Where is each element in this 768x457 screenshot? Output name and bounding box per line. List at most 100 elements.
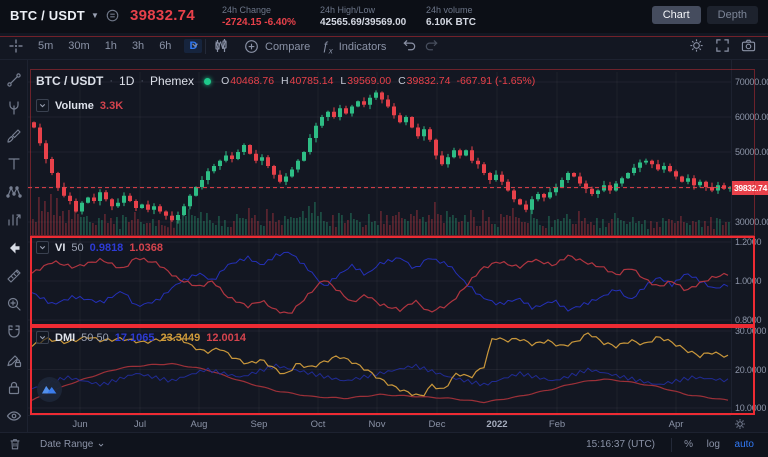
symbol-name: BTC / USDT bbox=[10, 8, 85, 23]
vi-red-value: 1.0368 bbox=[129, 241, 163, 254]
redo-icon[interactable] bbox=[424, 38, 439, 53]
collapse-vi-icon[interactable] bbox=[36, 241, 49, 254]
eye-icon[interactable] bbox=[4, 406, 24, 426]
forecast-icon[interactable] bbox=[4, 210, 24, 230]
axis-label: 70000.00 bbox=[735, 77, 768, 87]
interval-1h-button[interactable]: 1h bbox=[103, 39, 119, 53]
dmi-title[interactable]: DMI bbox=[55, 332, 75, 344]
dmi-blue-value: 17.1065 bbox=[114, 331, 155, 344]
time-label-nov: Nov bbox=[368, 419, 386, 430]
time-label-2022: 2022 bbox=[486, 419, 508, 430]
pane-symbol[interactable]: BTC / USDT bbox=[36, 74, 103, 88]
time-label-aug: Aug bbox=[190, 419, 208, 430]
interval-30m-button[interactable]: 30m bbox=[66, 39, 91, 53]
draw-lock-icon[interactable] bbox=[4, 350, 24, 370]
compare-button[interactable]: Compare bbox=[244, 39, 310, 54]
pane-exchange: Phemex bbox=[150, 74, 195, 88]
last-price: 39832.74 bbox=[130, 7, 195, 24]
last-price-badge: 39832.74 bbox=[732, 181, 768, 195]
collapse-dmi-icon[interactable] bbox=[36, 331, 49, 344]
bottom-bar: Date Range 15:16:37 (UTC) % log auto bbox=[0, 432, 768, 457]
time-label-feb: Feb bbox=[548, 419, 566, 430]
time-label-oct: Oct bbox=[310, 419, 326, 430]
chart-view-button[interactable]: Chart bbox=[651, 6, 701, 24]
undo-icon[interactable] bbox=[402, 38, 417, 53]
interval-6h-button[interactable]: 6h bbox=[157, 39, 173, 53]
annotation-line-top bbox=[0, 36, 768, 37]
interval-3h-button[interactable]: 3h bbox=[130, 39, 146, 53]
stat-24h-volume: 24h volume 6.10K BTC bbox=[426, 5, 477, 28]
auto-scale-button[interactable]: auto bbox=[735, 439, 754, 450]
axis-label: 10.0000 bbox=[735, 403, 767, 413]
time-label-apr: Apr bbox=[668, 419, 684, 430]
time-label-dec: Dec bbox=[428, 419, 446, 430]
change-value: -667.91 (-1.65%) bbox=[456, 75, 536, 87]
vi-param: 50 bbox=[71, 241, 84, 254]
vi-title[interactable]: VI bbox=[55, 242, 65, 254]
time-label-sep: Sep bbox=[250, 419, 268, 430]
axis-label: 60000.00 bbox=[735, 112, 768, 122]
main-pane-header: BTC / USDT · 1D · Phemex O 40468.76 H 40785… bbox=[36, 74, 536, 88]
stat-24h-change: 24h Change -2724.15 -6.40% bbox=[222, 5, 296, 28]
xabcd-pattern-icon[interactable] bbox=[4, 182, 24, 202]
text-tool-icon[interactable] bbox=[4, 154, 24, 174]
view-toggle: Chart Depth bbox=[651, 6, 758, 24]
clock[interactable]: 15:16:37 (UTC) bbox=[586, 439, 655, 450]
depth-view-button[interactable]: Depth bbox=[706, 6, 758, 24]
magnet-icon[interactable] bbox=[4, 322, 24, 342]
dmi-orange-value: 23.3449 bbox=[160, 331, 201, 344]
symbol-selector[interactable]: BTC / USDT ▼ bbox=[10, 8, 120, 23]
top-bar: BTC / USDT ▼ 39832.74 24h Change -2724.1… bbox=[0, 0, 768, 33]
fullscreen-icon[interactable] bbox=[715, 38, 730, 53]
toolbar-divider bbox=[205, 39, 206, 54]
time-label-jun: Jun bbox=[72, 419, 88, 430]
indicators-button[interactable]: ƒx Indicators bbox=[322, 39, 386, 55]
brush-icon[interactable] bbox=[4, 126, 24, 146]
axis-label: 30.0000 bbox=[735, 326, 767, 336]
axis-label: 50000.00 bbox=[735, 147, 768, 157]
timezone-settings-icon[interactable] bbox=[734, 418, 746, 430]
percent-scale-button[interactable]: % bbox=[684, 439, 693, 450]
date-range-button[interactable]: Date Range bbox=[40, 439, 105, 450]
vi-blue-value: 0.9818 bbox=[89, 241, 124, 254]
time-axis[interactable]: Jun Jul Aug Sep Oct Nov Dec 2022 Feb Apr bbox=[28, 415, 731, 432]
contract-info-icon[interactable] bbox=[105, 8, 120, 23]
camera-icon[interactable] bbox=[741, 38, 756, 53]
chevron-down-icon[interactable] bbox=[190, 40, 200, 50]
collapse-toolbar-icon[interactable] bbox=[4, 238, 24, 258]
phemex-logo-watermark bbox=[36, 376, 63, 408]
trend-line-icon[interactable] bbox=[4, 70, 24, 90]
volume-header: Volume 3.3K bbox=[36, 99, 123, 112]
indicators-icon: ƒx bbox=[322, 39, 333, 56]
dmi-param: 50 50 bbox=[81, 331, 109, 344]
axis-label: 1.0000 bbox=[735, 276, 762, 286]
market-status-dot bbox=[204, 77, 212, 85]
chart-canvas[interactable] bbox=[28, 60, 733, 415]
log-scale-button[interactable]: log bbox=[707, 439, 720, 450]
chart-toolbar: 5m 30m 1h 3h 6h D W Compare ƒx Indicators bbox=[0, 33, 768, 60]
ruler-icon[interactable] bbox=[4, 266, 24, 286]
candle-style-icon[interactable] bbox=[213, 38, 229, 54]
crosshair-icon[interactable] bbox=[8, 38, 24, 54]
drawing-toolbar bbox=[0, 60, 28, 432]
interval-5m-button[interactable]: 5m bbox=[36, 39, 55, 53]
chevron-down-icon: ▼ bbox=[90, 11, 99, 20]
pane-interval[interactable]: 1D bbox=[119, 74, 134, 88]
axis-label: 0.8000 bbox=[735, 315, 762, 325]
trading-terminal: BTC / USDT ▼ 39832.74 24h Change -2724.1… bbox=[0, 0, 768, 457]
zoom-in-icon[interactable] bbox=[4, 294, 24, 314]
collapse-volume-icon[interactable] bbox=[36, 99, 49, 112]
settings-icon[interactable] bbox=[689, 38, 704, 53]
footer-divider bbox=[671, 438, 672, 452]
stat-24h-high-low: 24h High/Low 42565.69/39569.00 bbox=[320, 5, 407, 28]
pitchfork-icon[interactable] bbox=[4, 98, 24, 118]
compare-icon bbox=[244, 39, 259, 54]
lock-icon[interactable] bbox=[4, 378, 24, 398]
volume-value: 3.3K bbox=[99, 99, 124, 112]
price-axis[interactable]: 39832.74 70000.00 60000.00 50000.00 30000.0… bbox=[731, 60, 768, 415]
axis-label: 30000.00 bbox=[735, 217, 768, 227]
dmi-red-value: 12.0014 bbox=[206, 331, 246, 344]
axis-label: 1.2000 bbox=[735, 237, 762, 247]
trash-icon[interactable] bbox=[8, 437, 22, 451]
volume-label: Volume bbox=[55, 99, 94, 112]
